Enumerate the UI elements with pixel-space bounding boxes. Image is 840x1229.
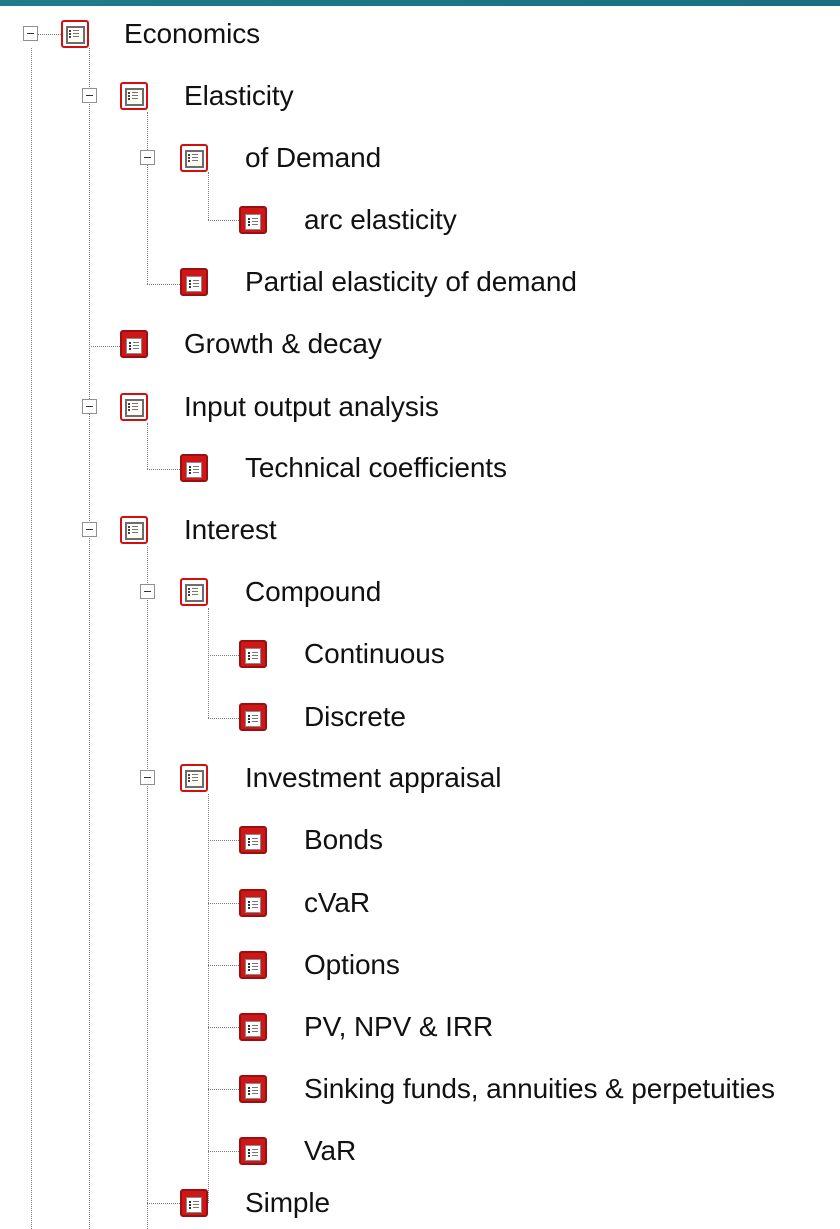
- page-icon: [239, 206, 267, 234]
- tree-node-label: Interest: [184, 514, 277, 545]
- tree-node-label: Compound: [245, 576, 382, 607]
- page-icon: [239, 703, 267, 731]
- tree-node-label: Continuous: [304, 638, 445, 669]
- page-icon: [120, 330, 148, 358]
- collapse-icon[interactable]: [140, 770, 155, 785]
- book-icon: [120, 393, 148, 421]
- tree-node-label: Growth & decay: [184, 328, 382, 359]
- topic-tree: Economics Elasticity of Demand arc elast…: [0, 0, 840, 1229]
- book-icon: [180, 578, 208, 606]
- tree-node-interest[interactable]: Interest: [0, 508, 340, 552]
- tree-node-pv-npv-irr[interactable]: PV, NPV & IRR: [0, 1005, 530, 1049]
- collapse-icon[interactable]: [82, 522, 97, 537]
- tree-node-label: Input output analysis: [184, 391, 439, 422]
- page-icon: [239, 640, 267, 668]
- tree-node-sinking-funds-annuities-perpetuities[interactable]: Sinking funds, annuities & perpetuities: [0, 1067, 840, 1111]
- tree-node-cvar[interactable]: cVaR: [0, 881, 400, 925]
- book-icon: [180, 144, 208, 172]
- tree-node-label: cVaR: [304, 887, 370, 918]
- page-icon: [239, 1013, 267, 1041]
- tree-node-discrete[interactable]: Discrete: [0, 695, 460, 739]
- collapse-icon[interactable]: [140, 150, 155, 165]
- tree-node-input-output-analysis[interactable]: Input output analysis: [0, 385, 520, 429]
- tree-node-economics[interactable]: Economics: [0, 12, 300, 56]
- tree-node-label: Elasticity: [184, 80, 294, 111]
- tree-node-technical-coefficients[interactable]: Technical coefficients: [0, 446, 600, 490]
- tree-node-elasticity[interactable]: Elasticity: [0, 74, 340, 118]
- book-icon: [61, 20, 89, 48]
- tree-node-label: of Demand: [245, 142, 382, 173]
- tree-node-label: Economics: [124, 18, 261, 49]
- tree-node-label: Discrete: [304, 701, 406, 732]
- tree-node-arc-elasticity[interactable]: arc elasticity: [0, 198, 520, 242]
- page-icon: [180, 1189, 208, 1217]
- tree-node-label: Options: [304, 949, 400, 980]
- page-icon: [180, 454, 208, 482]
- book-icon: [120, 82, 148, 110]
- tree-node-label: Sinking funds, annuities & perpetuities: [304, 1073, 775, 1104]
- tree-node-label: Investment appraisal: [245, 762, 502, 793]
- tree-node-options[interactable]: Options: [0, 943, 450, 987]
- tree-node-continuous[interactable]: Continuous: [0, 632, 500, 676]
- collapse-icon[interactable]: [140, 584, 155, 599]
- collapse-icon[interactable]: [23, 26, 38, 41]
- tree-node-label: Technical coefficients: [245, 452, 507, 483]
- tree-node-label: Bonds: [304, 824, 383, 855]
- tree-node-label: arc elasticity: [304, 204, 457, 235]
- tree-node-label: Partial elasticity of demand: [245, 266, 577, 297]
- tree-node-investment-appraisal[interactable]: Investment appraisal: [0, 756, 560, 800]
- collapse-icon[interactable]: [82, 399, 97, 414]
- tree-node-label: Simple: [245, 1187, 330, 1218]
- tree-node-simple[interactable]: Simple: [0, 1181, 400, 1225]
- tree-node-var[interactable]: VaR: [0, 1129, 390, 1173]
- page-icon: [239, 889, 267, 917]
- collapse-icon[interactable]: [82, 88, 97, 103]
- tree-node-of-demand[interactable]: of Demand: [0, 136, 420, 180]
- tree-node-bonds[interactable]: Bonds: [0, 818, 420, 862]
- page-icon: [239, 951, 267, 979]
- page-icon: [180, 268, 208, 296]
- page-icon: [239, 1137, 267, 1165]
- book-icon: [120, 516, 148, 544]
- tree-node-growth-decay[interactable]: Growth & decay: [0, 322, 460, 366]
- book-icon: [180, 764, 208, 792]
- tree-node-compound[interactable]: Compound: [0, 570, 430, 614]
- tree-node-label: PV, NPV & IRR: [304, 1011, 494, 1042]
- tree-node-label: VaR: [304, 1135, 357, 1166]
- tree-node-partial-elasticity-of-demand[interactable]: Partial elasticity of demand: [0, 260, 680, 304]
- page-icon: [239, 1075, 267, 1103]
- page-icon: [239, 826, 267, 854]
